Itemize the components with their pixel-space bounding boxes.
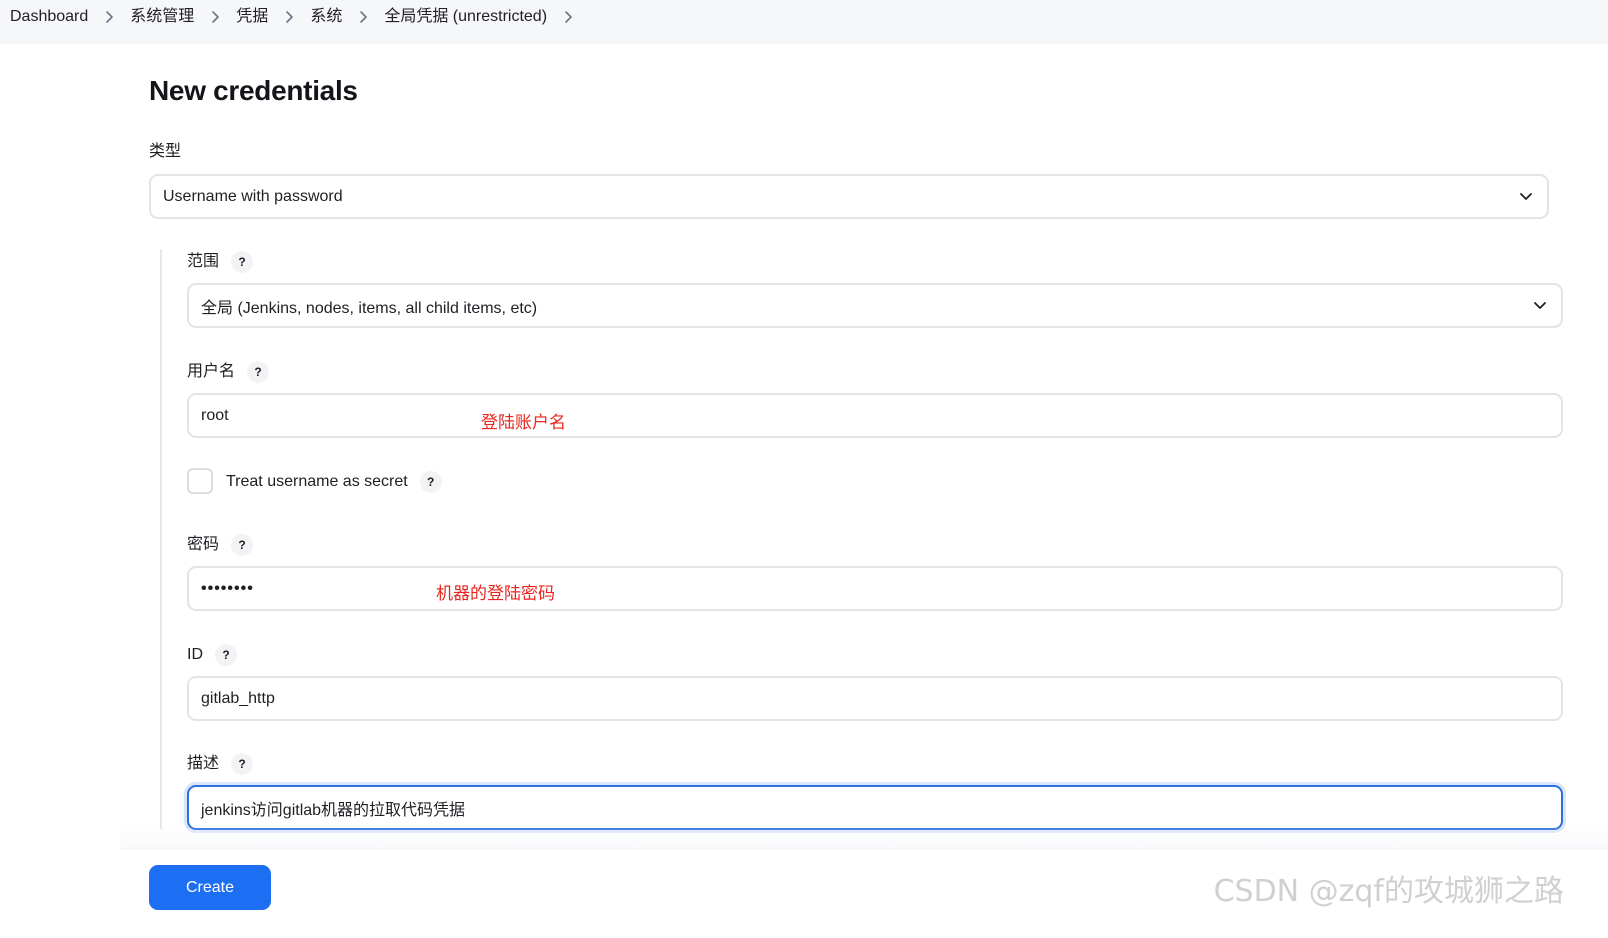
password-label-text: 密码 bbox=[187, 536, 220, 553]
scope-label-text: 范围 bbox=[187, 253, 220, 270]
form-bottom-shadow bbox=[120, 826, 1608, 850]
scope-label: 范围 ? bbox=[187, 251, 254, 273]
create-button[interactable]: Create bbox=[149, 865, 271, 910]
breadcrumb-dashboard[interactable]: Dashboard bbox=[10, 9, 88, 25]
page-title: New credentials bbox=[149, 75, 358, 106]
chevron-right-icon bbox=[88, 10, 130, 24]
treat-username-secret-help-icon[interactable]: ? bbox=[419, 471, 442, 493]
chevron-right-icon bbox=[268, 10, 310, 24]
scope-select[interactable]: 全局 (Jenkins, nodes, items, all child ite… bbox=[187, 283, 1563, 328]
chevron-right-icon[interactable] bbox=[547, 10, 589, 24]
type-label: 类型 bbox=[149, 142, 181, 162]
treat-username-secret-label-text[interactable]: Treat username as secret bbox=[226, 472, 408, 492]
username-annotation: 登陆账户名 bbox=[481, 413, 566, 432]
username-label: 用户名 ? bbox=[187, 361, 270, 383]
chevron-right-icon bbox=[342, 10, 384, 24]
username-input-value: root bbox=[201, 406, 229, 424]
description-label: 描述 ? bbox=[187, 753, 254, 775]
password-input-value: •••••••• bbox=[201, 579, 254, 597]
id-input[interactable]: gitlab_http bbox=[187, 676, 1563, 721]
id-label: ID ? bbox=[187, 644, 237, 666]
breadcrumb-system-management[interactable]: 系统管理 bbox=[130, 9, 194, 25]
type-select-value: Username with password bbox=[163, 187, 343, 205]
id-label-text: ID bbox=[187, 646, 203, 663]
breadcrumb-credentials[interactable]: 凭据 bbox=[236, 9, 268, 25]
section-indent-line bbox=[160, 249, 162, 829]
password-annotation: 机器的登陆密码 bbox=[436, 584, 555, 603]
breadcrumb-system[interactable]: 系统 bbox=[310, 9, 342, 25]
scope-select-value: 全局 (Jenkins, nodes, items, all child ite… bbox=[201, 299, 538, 317]
treat-username-secret-label: Treat username as secret ? bbox=[226, 471, 442, 493]
description-help-icon[interactable]: ? bbox=[231, 753, 254, 775]
scope-help-icon[interactable]: ? bbox=[231, 251, 254, 273]
password-label: 密码 ? bbox=[187, 534, 254, 556]
chevron-down-icon bbox=[1533, 301, 1547, 311]
breadcrumb: Dashboard 系统管理 凭据 系统 全局凭据 (unrestricted) bbox=[0, 0, 1608, 44]
treat-username-secret-checkbox[interactable] bbox=[187, 468, 213, 494]
password-help-icon[interactable]: ? bbox=[231, 534, 254, 556]
username-help-icon[interactable]: ? bbox=[247, 361, 270, 383]
chevron-down-icon bbox=[1519, 192, 1533, 202]
type-select[interactable]: Username with password bbox=[149, 174, 1549, 219]
watermark: CSDN @zqf的攻城狮之路 bbox=[1213, 874, 1564, 909]
username-input[interactable]: root bbox=[187, 393, 1563, 438]
id-help-icon[interactable]: ? bbox=[215, 644, 237, 666]
description-input-value: jenkins访问gitlab机器的拉取代码凭据 bbox=[201, 801, 466, 819]
breadcrumb-global-credentials[interactable]: 全局凭据 (unrestricted) bbox=[384, 9, 547, 25]
chevron-right-icon bbox=[194, 10, 236, 24]
description-label-text: 描述 bbox=[187, 755, 220, 772]
id-input-value: gitlab_http bbox=[201, 689, 275, 707]
username-label-text: 用户名 bbox=[187, 363, 236, 380]
description-input[interactable]: jenkins访问gitlab机器的拉取代码凭据 bbox=[187, 785, 1563, 830]
type-label-text: 类型 bbox=[149, 143, 182, 160]
password-input[interactable]: •••••••• bbox=[187, 566, 1563, 611]
